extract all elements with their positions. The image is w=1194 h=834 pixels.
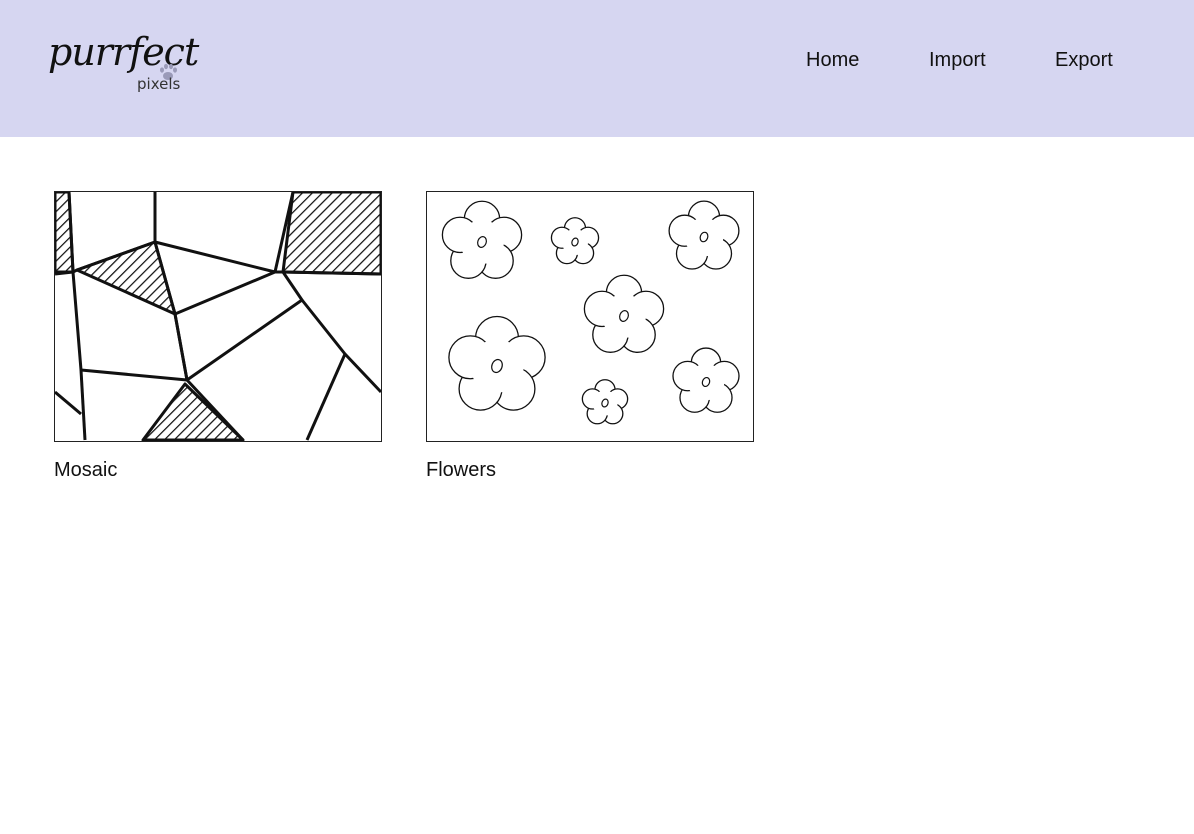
flower-outline: [583, 274, 665, 353]
flower-outline: [550, 217, 600, 265]
flower-outline: [672, 347, 740, 413]
flowers-line-art: [441, 200, 740, 425]
mosaic-thumbnail[interactable]: [54, 191, 382, 442]
header-bar: purrfect pixels Home Import Export: [0, 0, 1194, 137]
flower-outline: [581, 379, 629, 425]
gallery-card-mosaic[interactable]: Mosaic: [54, 191, 382, 482]
card-title-flowers: Flowers: [426, 459, 497, 481]
card-title-mosaic: Mosaic: [54, 459, 118, 481]
mosaic-line-art: [55, 192, 381, 441]
logo-sub-text: pixels: [137, 75, 181, 93]
nav-home-link[interactable]: Home: [806, 47, 859, 73]
nav-import-link[interactable]: Import: [929, 47, 986, 73]
flowers-thumbnail[interactable]: [426, 191, 754, 442]
flower-outline: [448, 315, 546, 411]
gallery-card-flowers[interactable]: Flowers: [426, 191, 754, 482]
flower-outline: [441, 200, 523, 279]
nav-export-link[interactable]: Export: [1055, 47, 1113, 73]
flower-outline: [668, 200, 740, 270]
logo[interactable]: purrfect pixels: [46, 30, 199, 100]
